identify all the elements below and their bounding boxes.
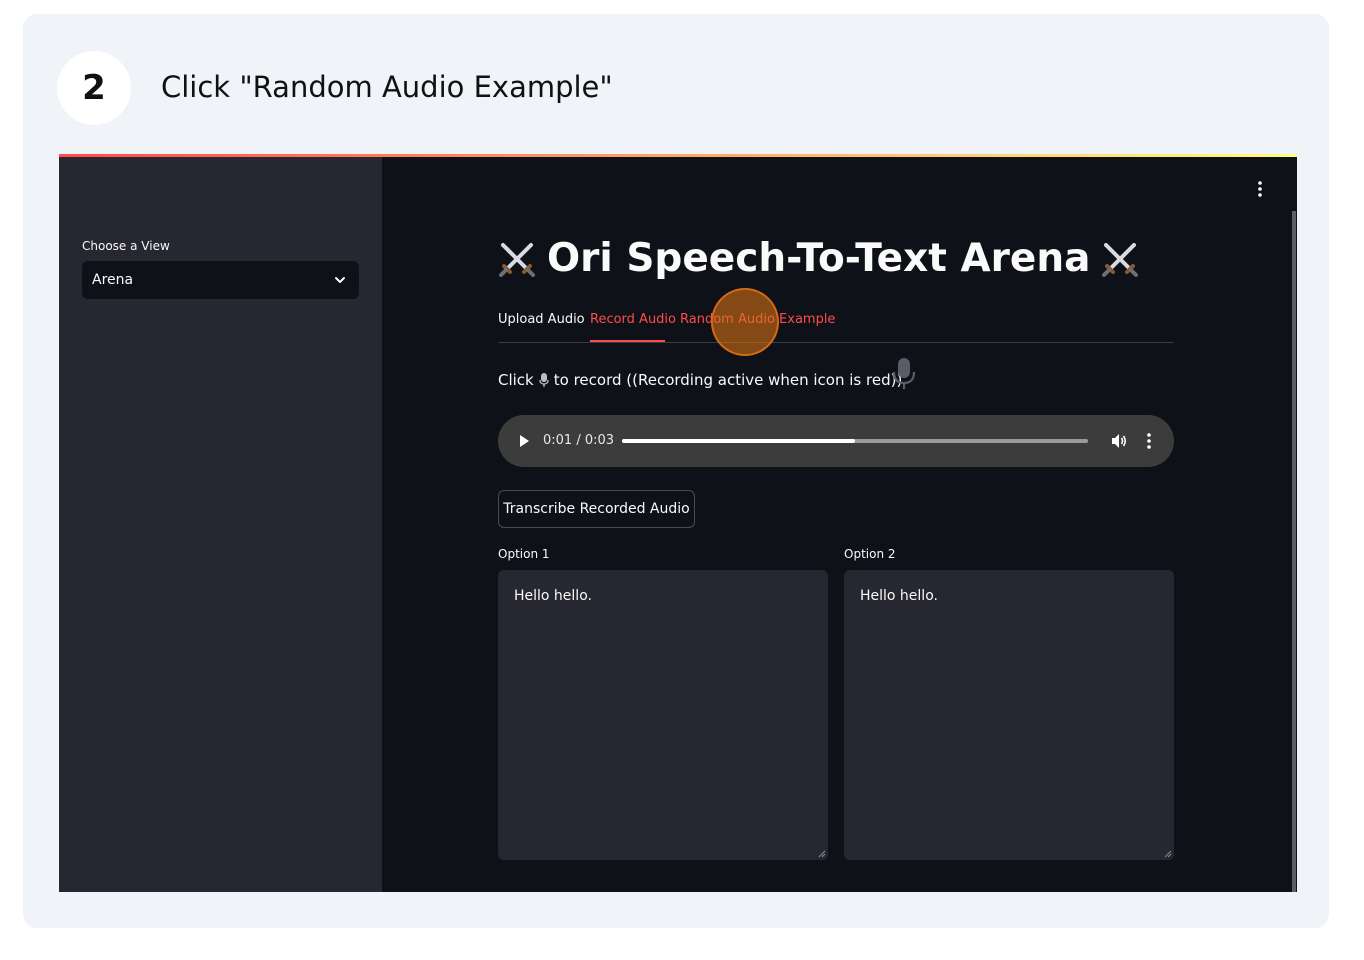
audio-progress-bar[interactable]: [622, 439, 1088, 443]
step-title: Click "Random Audio Example": [161, 70, 613, 104]
app-screenshot: Choose a View Arena Ori Speech-To-Text A…: [59, 154, 1297, 892]
main-menu-icon[interactable]: [1252, 180, 1268, 198]
option-1-label: Option 1: [498, 547, 550, 561]
microphone-icon: [539, 373, 549, 387]
play-icon[interactable]: [518, 434, 530, 448]
resize-handle-icon[interactable]: [818, 850, 826, 858]
transcribe-button[interactable]: Transcribe Recorded Audio: [498, 490, 695, 528]
crossed-swords-icon: [1102, 242, 1139, 277]
more-vertical-icon[interactable]: [1143, 432, 1155, 450]
scrollbar[interactable]: [1292, 211, 1296, 892]
view-select-value: Arena: [92, 272, 134, 288]
crossed-swords-icon: [499, 242, 535, 277]
tab-bar: Upload Audio Record Audio Random Audio E…: [498, 312, 1174, 343]
option-1-textarea[interactable]: Hello hello.: [498, 570, 828, 860]
view-select-label: Choose a View: [82, 239, 170, 253]
audio-player: 0:01 / 0:03: [498, 415, 1174, 467]
audio-time: 0:01 / 0:03: [543, 433, 615, 448]
volume-icon[interactable]: [1110, 432, 1128, 450]
option-1-text: Hello hello.: [514, 588, 592, 604]
record-instruction: Click to record ((Recording active when …: [498, 371, 902, 389]
microphone-icon[interactable]: [891, 356, 917, 392]
tab-upload-audio[interactable]: Upload Audio: [498, 312, 585, 327]
active-tab-indicator: [590, 340, 665, 342]
view-select[interactable]: Arena: [82, 261, 359, 299]
tab-record-audio[interactable]: Record Audio: [590, 312, 676, 327]
resize-handle-icon[interactable]: [1164, 850, 1172, 858]
click-highlight-marker: [711, 288, 779, 356]
option-2-text: Hello hello.: [860, 588, 938, 604]
chevron-down-icon: [335, 277, 345, 283]
audio-progress-fill: [622, 439, 855, 443]
instruction-prefix: Click: [498, 371, 534, 389]
option-2-label: Option 2: [844, 547, 896, 561]
sidebar: Choose a View Arena: [59, 157, 382, 892]
page-title: Ori Speech-To-Text Arena: [547, 236, 1091, 281]
instruction-suffix: to record ((Recording active when icon i…: [553, 371, 903, 389]
step-number: 2: [57, 51, 131, 125]
option-2-textarea[interactable]: Hello hello.: [844, 570, 1174, 860]
page-title-row: Ori Speech-To-Text Arena: [497, 236, 1140, 281]
